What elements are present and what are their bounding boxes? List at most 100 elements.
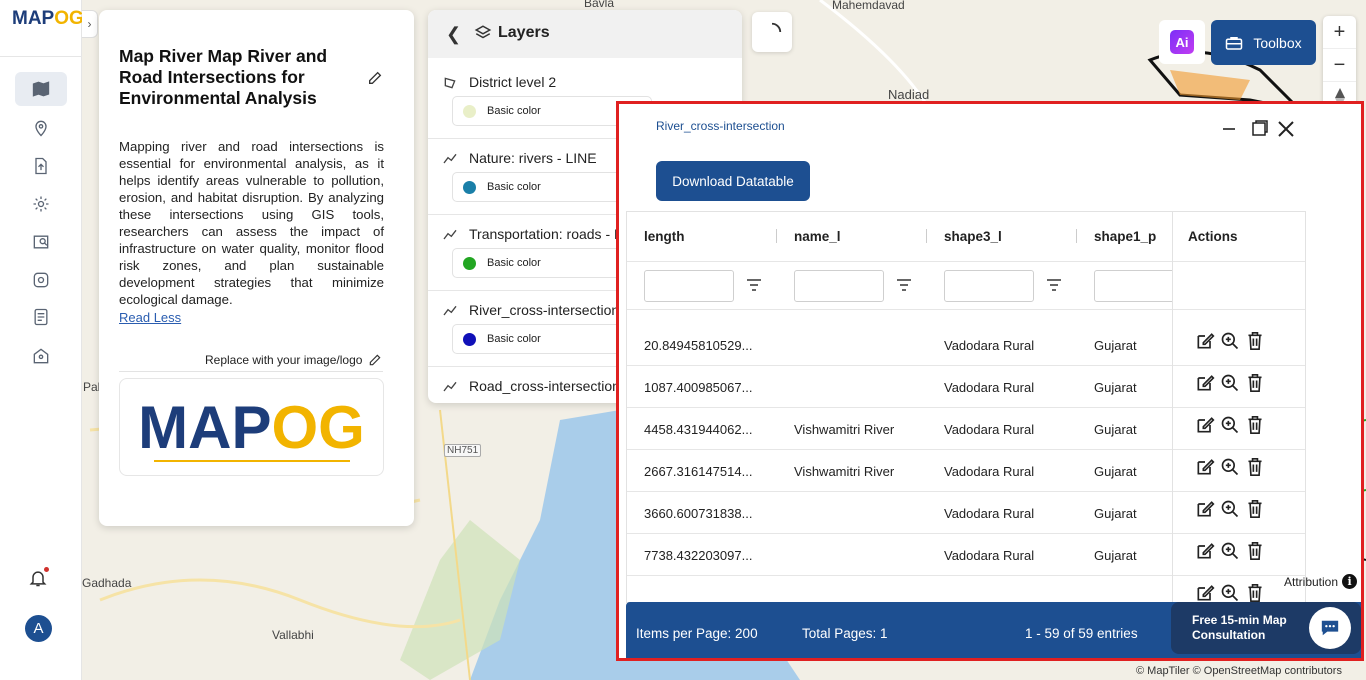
filter-input-shape1[interactable] [1094, 270, 1184, 302]
filter-icon[interactable] [1046, 278, 1062, 292]
cell-length: 7738.432203097... [644, 548, 753, 563]
left-rail: MAPOG A [0, 0, 84, 680]
cell-shape1: Gujarat [1094, 548, 1137, 563]
attribution-toggle[interactable]: Attribution i [1284, 574, 1358, 589]
rail-item-map-layers[interactable] [15, 225, 67, 259]
map-label: Vallabhi [272, 628, 314, 642]
cell-shape3: Vadodara Rural [944, 506, 1035, 521]
cell-shape1: Gujarat [1094, 506, 1137, 521]
rail-item-map[interactable] [15, 72, 67, 106]
logo-underline [154, 460, 350, 462]
minimize-button[interactable] [1221, 120, 1237, 141]
column-separator[interactable] [1076, 229, 1077, 243]
layer-name: Road_cross-intersection [469, 378, 620, 394]
filter-input-shape3[interactable] [944, 270, 1034, 302]
edit-icon[interactable] [1195, 457, 1215, 477]
map-label: Gadhada [82, 576, 132, 590]
line-layer-icon [443, 305, 457, 316]
column-header-actions: Actions [1188, 229, 1238, 244]
edit-title-button[interactable] [367, 70, 383, 91]
app-logo[interactable]: MAPOG [12, 8, 84, 30]
spinner-icon [771, 22, 782, 33]
total-pages: Total Pages: 1 [802, 626, 888, 641]
edit-icon[interactable] [1195, 541, 1215, 561]
edit-icon[interactable] [1195, 499, 1215, 519]
actions-filter-cell [1173, 262, 1293, 310]
row-actions [1173, 534, 1293, 576]
zoom-controls: + − [1323, 16, 1356, 116]
row-actions [1173, 492, 1293, 534]
zoom-out-button[interactable]: − [1323, 49, 1356, 82]
gear-icon [33, 196, 49, 212]
edit-icon[interactable] [1195, 373, 1215, 393]
column-header-length[interactable]: length [644, 229, 685, 244]
column-separator[interactable] [926, 229, 927, 243]
trash-icon[interactable] [1246, 457, 1264, 477]
briefcase-icon [1226, 36, 1243, 50]
attribution-label: Attribution [1284, 574, 1339, 589]
maximize-icon [1252, 120, 1268, 136]
trash-icon[interactable] [1246, 499, 1264, 519]
divider [119, 371, 383, 372]
filter-input-name[interactable] [794, 270, 884, 302]
items-per-page[interactable]: Items per Page: 200 [636, 626, 758, 641]
rail-expand-toggle[interactable]: › [82, 10, 98, 38]
filter-icon[interactable] [746, 278, 762, 292]
map-label: Bavla [584, 0, 615, 10]
trash-icon[interactable] [1246, 541, 1264, 561]
replace-logo-button[interactable]: Replace with your image/logo [205, 353, 382, 367]
rail-item-tools[interactable] [15, 263, 67, 297]
color-swatch [463, 333, 476, 346]
edit-icon[interactable] [1195, 415, 1215, 435]
rail-item-location[interactable] [15, 111, 67, 145]
zoom-to-icon[interactable] [1220, 541, 1240, 561]
brand-logo-box: MAPOG [119, 378, 384, 476]
cell-shape1: Gujarat [1094, 422, 1137, 437]
edit-icon[interactable] [1195, 331, 1215, 351]
zoom-to-icon[interactable] [1220, 373, 1240, 393]
report-icon [34, 308, 48, 326]
line-layer-icon [443, 229, 457, 240]
road-badge: NH751 [444, 444, 482, 457]
zoom-in-button[interactable]: + [1323, 16, 1356, 49]
column-separator[interactable] [776, 229, 777, 243]
column-header-shape1[interactable]: shape1_p [1094, 229, 1156, 244]
cell-name: Vishwamitri River [794, 464, 895, 479]
zoom-to-icon[interactable] [1220, 331, 1240, 351]
ai-assistant-button[interactable]: Ai [1159, 20, 1205, 64]
edit-icon[interactable] [1195, 583, 1215, 603]
download-datatable-button[interactable]: Download Datatable [656, 161, 810, 201]
rail-item-upload[interactable] [15, 149, 67, 183]
rail-item-settings[interactable] [15, 187, 67, 221]
avatar[interactable]: A [25, 615, 52, 642]
zoom-to-icon[interactable] [1220, 499, 1240, 519]
pencil-icon [370, 354, 381, 366]
trash-icon[interactable] [1246, 583, 1264, 603]
data-grid: length name_l shape3_l shape1_p 20.84945… [626, 211, 1306, 603]
rail-item-share[interactable] [15, 339, 67, 373]
trash-icon[interactable] [1246, 373, 1264, 393]
rail-item-reports[interactable] [15, 300, 67, 334]
toolbox-button[interactable]: Toolbox [1211, 20, 1316, 65]
layer-color-label: Basic color [487, 181, 541, 193]
chat-button[interactable] [1309, 607, 1351, 649]
row-actions [1173, 450, 1293, 492]
zoom-to-icon[interactable] [1220, 583, 1240, 603]
layer-color-label: Basic color [487, 333, 541, 345]
minimize-icon [1223, 128, 1235, 130]
filter-input-length[interactable] [644, 270, 734, 302]
zoom-to-icon[interactable] [1220, 457, 1240, 477]
zoom-to-icon[interactable] [1220, 415, 1240, 435]
page-title: Map River Map River and Road Intersectio… [119, 46, 328, 108]
consultation-widget[interactable]: Free 15-min Map Consultation [1171, 602, 1361, 654]
read-less-link[interactable]: Read Less [119, 310, 181, 325]
maximize-button[interactable] [1251, 120, 1268, 142]
trash-icon[interactable] [1246, 331, 1264, 351]
close-button[interactable] [1277, 120, 1295, 143]
back-arrow-icon[interactable]: ❮ [446, 24, 461, 45]
column-header-shape3[interactable]: shape3_l [944, 229, 1002, 244]
trash-icon[interactable] [1246, 415, 1264, 435]
filter-icon[interactable] [896, 278, 912, 292]
color-swatch [463, 181, 476, 194]
column-header-name[interactable]: name_l [794, 229, 841, 244]
